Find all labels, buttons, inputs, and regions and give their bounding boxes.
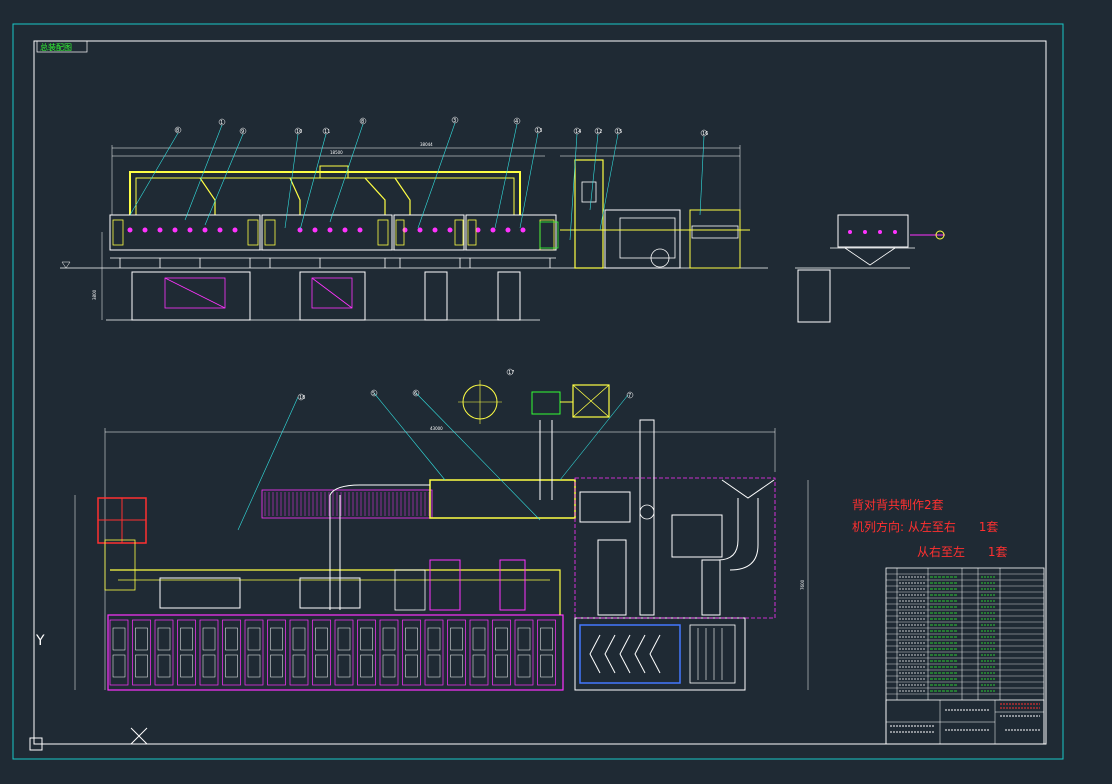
balloon-label: 13 [536,128,542,134]
balloon-label: 9 [241,129,244,135]
note-line-3: 从右至左 1套 [917,544,1008,559]
balloon-label: 4 [515,119,518,125]
dim-plan-height: 7600 [800,579,805,590]
ucs-y-label: Y [35,633,45,649]
dim-overall-plan: 43000 [430,426,443,431]
balloon-label: 8 [361,119,364,125]
cursor-crosshair-icon [130,727,148,745]
balloon-label: 3 [453,118,456,124]
tank-cells [109,619,556,686]
balloon-label: 18 [299,395,305,401]
hatch-lines [264,492,430,516]
ucs-icon: Y [29,633,45,751]
dim-overall-top: 38044 [420,142,433,147]
note-line-2: 机列方向: 从左至右 1套 [852,519,998,534]
frame-tag-label: 总装配图 [40,42,72,52]
dim-elev-height: 3800 [92,289,97,300]
balloon-label: 1 [220,120,223,126]
balloon-label: 7 [628,393,631,399]
plan-view: 43000 7600 185 6177 [74,368,809,691]
balloon-label: 16 [702,131,708,137]
balloon-label: 5 [372,391,375,397]
balloon-label: 10 [296,129,302,135]
cad-drawing-canvas[interactable]: 总装配图 38044 18500 3800 819 10 118 3 413 1… [0,0,1112,784]
balloon-label: 14 [575,129,581,135]
elevation-view: 38044 18500 3800 819 10 118 3 413 14 12 … [60,116,945,323]
balloon-label: 11 [324,129,330,135]
balloon-label: 15 [616,129,622,135]
note-line-1: 背对背共制作2套 [852,498,944,512]
balloon-label: 6 [414,391,417,397]
dim-overall-mid: 18500 [330,150,343,155]
parts-list-table [885,567,1045,745]
balloon-label: 8 [176,128,179,134]
balloon-label: 17 [508,370,514,376]
balloon-label: 12 [596,129,602,135]
